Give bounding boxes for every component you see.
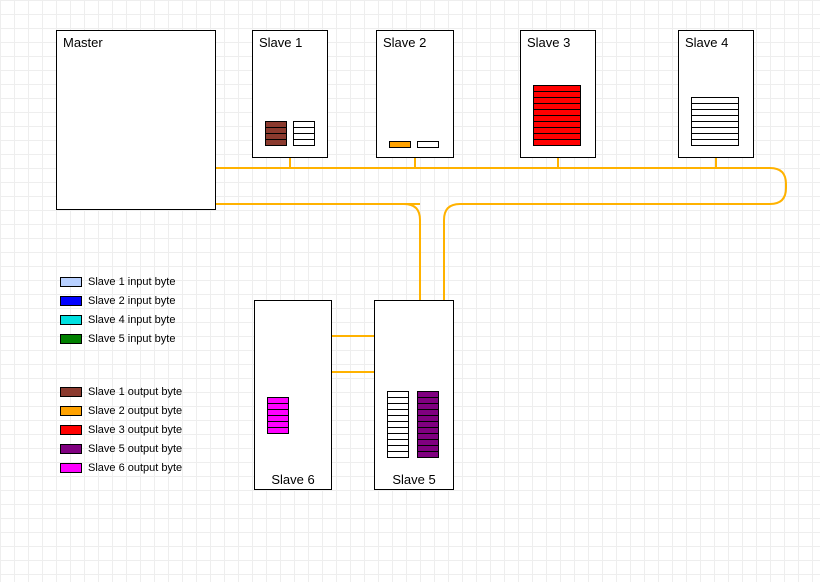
legend-label: Slave 6 output byte bbox=[88, 462, 182, 474]
legend-outputs: Slave 1 output byte Slave 2 output byte Sl… bbox=[60, 382, 182, 477]
byte-cell bbox=[533, 139, 581, 146]
slave1-output-stack bbox=[265, 121, 287, 146]
legend-label: Slave 5 input byte bbox=[88, 333, 175, 345]
byte-cell bbox=[691, 139, 739, 146]
legend-row: Slave 3 output byte bbox=[60, 420, 182, 439]
slave5-label: Slave 5 bbox=[375, 472, 453, 487]
slave6-output-stack bbox=[267, 397, 289, 434]
master-label: Master bbox=[63, 35, 103, 50]
slave2-node: Slave 2 bbox=[376, 30, 454, 158]
legend-label: Slave 2 input byte bbox=[88, 295, 175, 307]
byte-cell bbox=[265, 139, 287, 146]
slave4-label: Slave 4 bbox=[685, 35, 728, 50]
legend-swatch bbox=[60, 425, 82, 435]
legend-row: Slave 1 input byte bbox=[60, 272, 175, 291]
byte-cell bbox=[417, 141, 439, 148]
legend-label: Slave 2 output byte bbox=[88, 405, 182, 417]
slave1-node: Slave 1 bbox=[252, 30, 328, 158]
legend-row: Slave 4 input byte bbox=[60, 310, 175, 329]
slave3-node: Slave 3 bbox=[520, 30, 596, 158]
legend-swatch bbox=[60, 296, 82, 306]
byte-cell bbox=[267, 427, 289, 434]
slave2-label: Slave 2 bbox=[383, 35, 426, 50]
slave3-label: Slave 3 bbox=[527, 35, 570, 50]
byte-cell bbox=[417, 451, 439, 458]
legend-row: Slave 6 output byte bbox=[60, 458, 182, 477]
legend-inputs: Slave 1 input byte Slave 2 input byte Slav… bbox=[60, 272, 175, 348]
legend-label: Slave 5 output byte bbox=[88, 443, 182, 455]
legend-swatch bbox=[60, 277, 82, 287]
legend-swatch bbox=[60, 444, 82, 454]
byte-cell bbox=[293, 139, 315, 146]
slave1-input-stack bbox=[293, 121, 315, 146]
legend-swatch bbox=[60, 406, 82, 416]
legend-label: Slave 3 output byte bbox=[88, 424, 182, 436]
legend-swatch bbox=[60, 463, 82, 473]
byte-cell bbox=[389, 141, 411, 148]
legend-row: Slave 2 output byte bbox=[60, 401, 182, 420]
slave6-label: Slave 6 bbox=[255, 472, 331, 487]
legend-swatch bbox=[60, 334, 82, 344]
slave5-node: Slave 5 bbox=[374, 300, 454, 490]
legend-label: Slave 1 input byte bbox=[88, 276, 175, 288]
legend-row: Slave 2 input byte bbox=[60, 291, 175, 310]
legend-row: Slave 1 output byte bbox=[60, 382, 182, 401]
slave2-input-stack bbox=[417, 141, 439, 148]
slave1-label: Slave 1 bbox=[259, 35, 302, 50]
slave4-node: Slave 4 bbox=[678, 30, 754, 158]
slave3-output-stack bbox=[533, 85, 581, 146]
legend-swatch bbox=[60, 387, 82, 397]
byte-cell bbox=[387, 451, 409, 458]
legend-label: Slave 4 input byte bbox=[88, 314, 175, 326]
slave5-output-stack bbox=[417, 391, 439, 458]
master-node: Master bbox=[56, 30, 216, 210]
legend-row: Slave 5 output byte bbox=[60, 439, 182, 458]
slave4-input-stack bbox=[691, 97, 739, 146]
legend-row: Slave 5 input byte bbox=[60, 329, 175, 348]
slave5-input-stack bbox=[387, 391, 409, 458]
legend-swatch bbox=[60, 315, 82, 325]
slave2-output-stack bbox=[389, 141, 411, 148]
slave6-node: Slave 6 bbox=[254, 300, 332, 490]
legend-label: Slave 1 output byte bbox=[88, 386, 182, 398]
